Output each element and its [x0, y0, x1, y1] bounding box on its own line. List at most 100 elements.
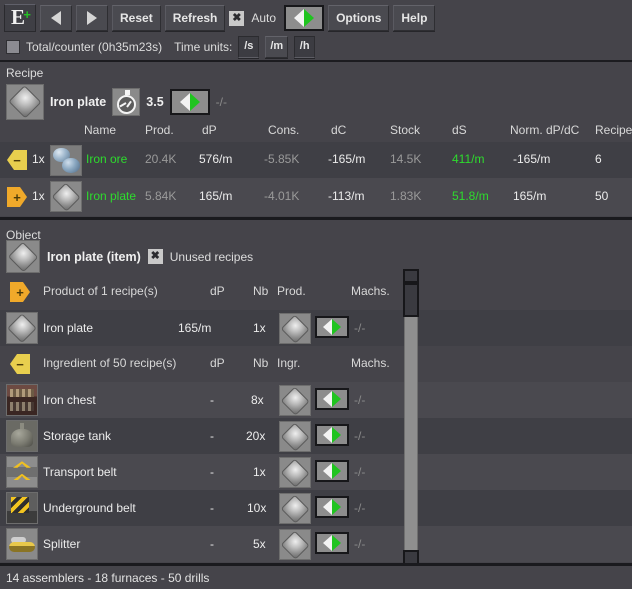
time-unit-per-hour-button[interactable]: /h	[294, 35, 316, 58]
table-row[interactable]: + 1x Iron plate 5.84K 165/m -4.01K -113/…	[0, 178, 632, 216]
column-header-dp: dP	[210, 284, 225, 298]
row-machs: -/-	[354, 537, 366, 551]
arrow-left-icon	[323, 535, 332, 551]
column-header-dc: dC	[331, 123, 347, 137]
list-item[interactable]: Underground belt - 10x -/-	[0, 490, 632, 526]
auto-checkbox[interactable]: ✖	[229, 10, 245, 26]
recipe-direction-toggle[interactable]	[169, 89, 210, 115]
refresh-button[interactable]: Refresh	[164, 5, 226, 31]
row-prod: 20.4K	[145, 152, 177, 166]
time-units-label: Time units:	[174, 39, 233, 54]
iron-chest-icon	[6, 384, 38, 416]
toolbar-divider	[0, 60, 632, 62]
column-header-stock: Stock	[390, 123, 421, 137]
iron-plate-icon	[279, 421, 311, 452]
column-header-norm: Norm. dP/dC	[510, 123, 580, 137]
row-dp: 165/m	[178, 321, 212, 335]
row-amount: 1x	[32, 189, 45, 203]
row-machs: -/-	[354, 429, 366, 443]
column-header-dp: dP	[210, 356, 225, 370]
row-direction-toggle[interactable]	[315, 424, 349, 446]
arrow-left-icon	[323, 319, 332, 335]
column-header-recipes: Recipes	[595, 123, 632, 137]
ingredient-section-header: − Ingredient of 50 recipe(s) dP Nb Ingr.…	[0, 352, 632, 376]
list-item[interactable]: Splitter - 5x -/-	[0, 526, 632, 562]
row-recipes: 6	[595, 152, 602, 166]
row-name: Storage tank	[43, 429, 112, 443]
auto-label: Auto	[251, 11, 277, 25]
column-header-prod: Prod.	[277, 284, 306, 298]
column-header-name: Name	[84, 123, 117, 137]
direction-toggle-button[interactable]	[284, 5, 325, 31]
row-name: Splitter	[43, 537, 81, 551]
list-item[interactable]: Iron chest - 8x -/-	[0, 382, 632, 418]
row-nb: 1x	[253, 321, 266, 335]
row-stock: 1.83K	[390, 189, 422, 203]
forward-button[interactable]	[76, 5, 108, 31]
mod-logo-button[interactable]: E +	[4, 4, 36, 32]
logo-plus-icon: +	[23, 7, 31, 22]
row-prod: 5.84K	[145, 189, 177, 203]
iron-plate-icon	[279, 457, 311, 488]
storage-tank-icon	[6, 420, 38, 452]
row-direction-toggle[interactable]	[315, 532, 349, 554]
arrow-left-icon	[323, 499, 332, 515]
row-nb: 5x	[253, 537, 266, 551]
row-dp: 576/m	[199, 152, 233, 166]
time-unit-per-second-button[interactable]: /s	[238, 35, 260, 58]
total-counter-checkbox[interactable]	[6, 39, 20, 54]
arrow-right-icon	[332, 535, 341, 551]
row-dc: -165/m	[328, 152, 366, 166]
row-direction-toggle[interactable]	[315, 496, 349, 518]
row-direction-toggle[interactable]	[315, 460, 349, 482]
column-header-ds: dS	[452, 123, 467, 137]
product-section-label: Product of 1 recipe(s)	[43, 284, 158, 298]
help-button[interactable]: Help	[393, 5, 436, 31]
row-dp: -	[210, 537, 214, 551]
column-header-machs: Machs.	[351, 284, 390, 298]
row-name: Transport belt	[43, 465, 117, 479]
ingredient-section-label: Ingredient of 50 recipe(s)	[43, 356, 177, 370]
row-dp: -	[210, 501, 214, 515]
splitter-icon	[6, 528, 38, 560]
row-dp: -	[210, 429, 214, 443]
list-item[interactable]: Transport belt - 1x -/-	[0, 454, 632, 490]
arrow-right-icon	[332, 499, 341, 515]
row-nb: 1x	[253, 465, 266, 479]
list-item[interactable]: Storage tank - 20x -/-	[0, 418, 632, 454]
unused-recipes-checkbox[interactable]: ✖	[147, 249, 163, 264]
product-section-header: + Product of 1 recipe(s) dP Nb Prod. Mac…	[0, 280, 632, 304]
table-row[interactable]: − 1x Iron ore 20.4K 576/m -5.85K -165/m …	[0, 142, 632, 178]
reset-button[interactable]: Reset	[112, 5, 161, 31]
row-direction-toggle[interactable]	[315, 316, 349, 338]
row-dp: -	[210, 393, 214, 407]
back-button[interactable]	[40, 5, 72, 31]
column-header-nb: Nb	[253, 356, 269, 370]
recipe-craft-time: 3.5	[146, 95, 164, 109]
list-item[interactable]: Iron plate 165/m 1x -/-	[0, 310, 632, 346]
arrow-left-icon	[323, 427, 332, 443]
main-toolbar: E + Reset Refresh ✖ Auto Options Help	[0, 0, 632, 33]
scrollbar-thumb[interactable]	[403, 283, 419, 317]
product-plus-arrow-icon: +	[7, 187, 27, 207]
arrow-right-icon	[332, 427, 341, 443]
options-button[interactable]: Options	[328, 5, 390, 31]
triangle-right-icon	[87, 11, 97, 25]
iron-ore-icon	[50, 145, 82, 176]
iron-plate-icon	[6, 312, 38, 344]
scrollbar-up-button[interactable]	[403, 269, 419, 283]
iron-plate-icon	[50, 181, 82, 212]
triangle-left-icon	[51, 11, 61, 25]
ingredient-minus-arrow-icon: −	[7, 150, 27, 170]
ingredient-minus-arrow-icon: −	[10, 354, 30, 374]
row-dc: -113/m	[328, 189, 365, 203]
time-unit-per-minute-button[interactable]: /m	[265, 35, 289, 58]
row-nb: 20x	[246, 429, 266, 443]
column-header-dp: dP	[202, 123, 217, 137]
row-stock: 14.5K	[390, 152, 422, 166]
row-direction-toggle[interactable]	[315, 388, 349, 410]
status-bar: 14 assemblers - 18 furnaces - 50 drills	[0, 566, 632, 589]
iron-plate-icon	[279, 385, 311, 416]
row-amount: 1x	[32, 152, 45, 166]
status-text: 14 assemblers - 18 furnaces - 50 drills	[6, 570, 210, 585]
